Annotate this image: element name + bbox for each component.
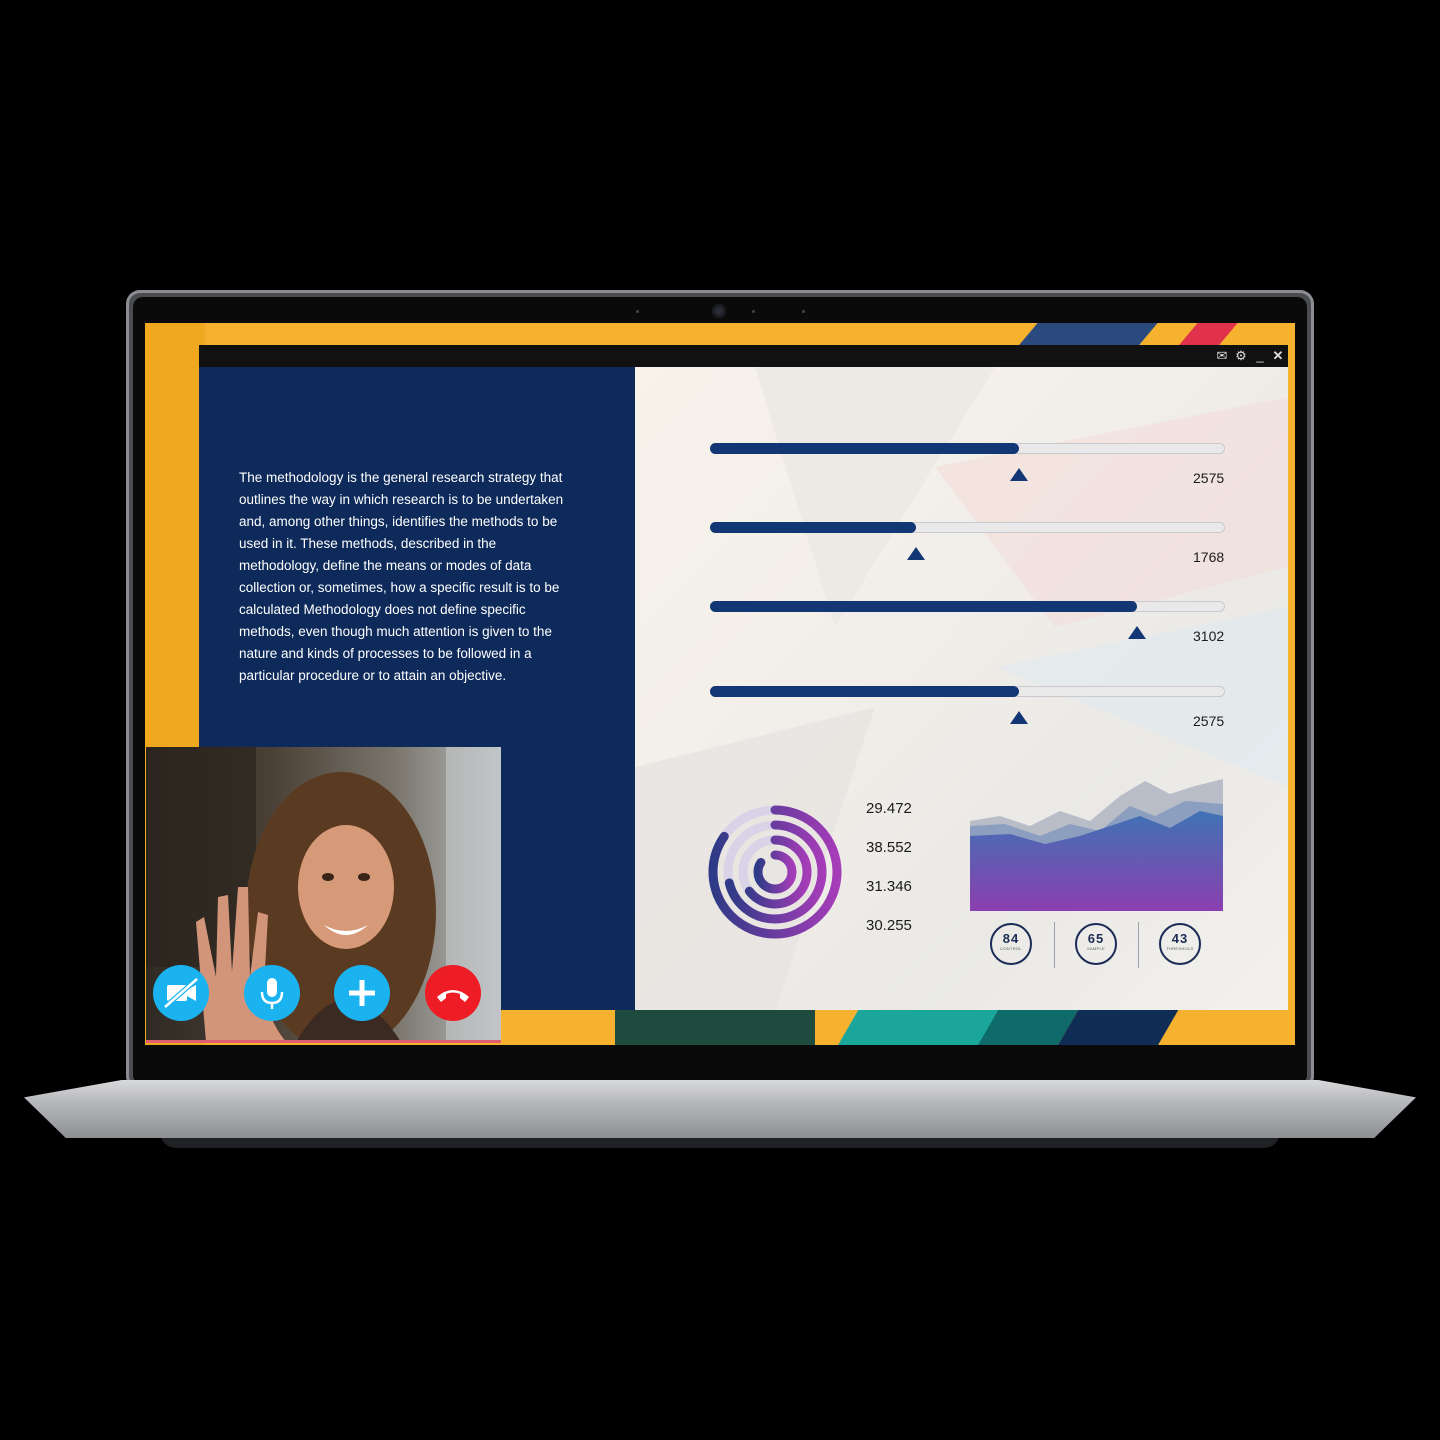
stat-control: 84 CONTROL [990,923,1032,965]
progress-value: 2575 [1193,470,1225,486]
add-participant-button[interactable] [334,965,390,1021]
stat-divider [1138,922,1139,968]
progress-track [709,685,1225,697]
progress-value: 1768 [1193,549,1225,565]
stat-sample: 65 SAMPLE [1075,923,1117,965]
progress-fill [709,600,1137,612]
close-icon[interactable]: ✕ [1270,348,1286,364]
minimize-icon[interactable]: _ [1252,348,1268,364]
video-off-icon [163,977,199,1009]
laptop-base [24,1080,1416,1138]
progress-fill [709,521,916,533]
progress-fill [709,442,1019,454]
progress-value: 3102 [1193,628,1225,644]
sensor-dot [636,310,639,313]
gear-icon[interactable]: ⚙ [1233,348,1249,364]
methodology-paragraph: The methodology is the general research … [239,470,564,683]
progress-marker [907,547,925,560]
progress-marker [1128,626,1147,639]
phone-hangup-icon [437,990,469,1002]
stat-threshold: 43 THRESHOLD [1159,923,1201,965]
ring-value: 38.552 [866,839,912,856]
progress-track [709,600,1225,612]
end-call-button[interactable] [425,965,481,1021]
webcam [712,304,726,318]
title-bar[interactable]: ✉ ⚙ _ ✕ [199,345,1288,367]
microphone-button[interactable] [244,965,300,1021]
sensor-dot [752,310,755,313]
mail-icon[interactable]: ✉ [1214,348,1230,364]
progress-track [709,521,1225,533]
sensor-dot [802,310,805,313]
ring-chart [708,805,842,939]
ring-value: 29.472 [866,800,912,817]
microphone-icon [260,978,284,1009]
plus-icon [349,980,375,1006]
wallpaper-shape [615,1008,815,1045]
progress-value: 2575 [1193,713,1225,729]
ring-value: 30.255 [866,917,912,934]
call-progress-line [146,1040,501,1043]
camera-off-button[interactable] [153,965,209,1021]
area-chart [970,779,1223,911]
progress-marker [1010,468,1028,481]
ring-value: 31.346 [866,878,912,895]
progress-marker [1010,711,1028,724]
progress-fill [709,685,1019,697]
progress-track [709,442,1225,454]
stat-divider [1054,922,1055,968]
